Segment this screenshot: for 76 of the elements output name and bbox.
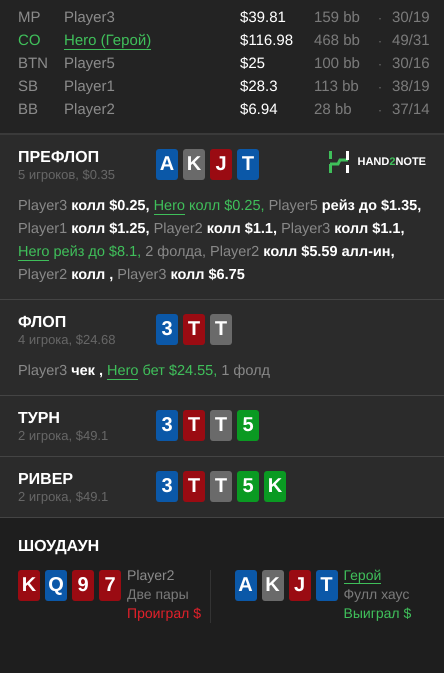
player-name: Player2 [127,567,174,583]
position-label: CO [18,32,42,49]
stack-amount: $6.94 [240,101,279,118]
player-name[interactable]: Hero (Герой) [64,32,152,50]
playing-card: 3 [156,410,178,441]
playing-card: T [210,471,232,502]
playing-card: K [18,570,40,601]
playing-card: 9 [72,570,94,601]
big-blinds: 468 bb [314,32,361,49]
playing-card: K [183,149,205,180]
street-info: 2 игрока, $49.1 [18,428,110,444]
hand-combo: Две пары [127,585,190,604]
separator-dot: · [378,10,383,24]
player-name: Player1 [64,78,115,95]
player-stats: 49/31 [392,32,431,49]
playing-card: A [234,570,256,601]
hand-combo: Фулл хаус [344,585,410,604]
big-blinds: 28 bb [314,101,353,118]
hero-link[interactable]: Hero [18,244,50,261]
separator-dot: · [378,56,383,70]
playing-card: J [288,570,310,601]
player-stats: 30/16 [392,55,431,72]
action-log: Player3 чек , Hero бет $24.55, 1 фолд [18,362,272,382]
player-name: Player2 [64,101,115,118]
stack-amount: $116.98 [240,32,294,49]
playing-card: T [210,410,232,441]
stack-amount: $28.3 [240,78,279,95]
playing-card: T [237,149,259,180]
playing-card: T [316,570,338,601]
showdown-title: ШОУДАУН [18,538,100,556]
street-info: 2 игрока, $49.1 [18,489,110,505]
street-title: ТУРН [18,410,61,428]
hero-link[interactable]: Hero [107,363,138,380]
playing-card: T [183,314,205,345]
separator-dot: · [378,102,383,116]
playing-card: 5 [237,471,259,502]
street-title: ПРЕФЛОП [18,149,100,167]
playing-card: K [264,471,286,502]
playing-card: T [210,314,232,345]
big-blinds: 113 bb [314,78,360,95]
stack-amount: $25 [240,55,266,72]
playing-card: Q [45,570,67,601]
playing-card: J [210,149,232,180]
logo-text: HAND2NOTE [358,156,426,168]
playing-card: A [156,149,178,180]
player-stats: 30/19 [392,9,431,26]
playing-card: 3 [156,314,178,345]
player-stats: 37/14 [392,101,431,118]
stack-amount: $39.81 [240,9,287,26]
logo-icon [328,151,350,173]
position-label: SB [18,78,40,95]
position-label: BTN [18,55,49,72]
hero-link[interactable]: Hero [154,198,185,215]
playing-card: T [183,471,205,502]
street-title: ФЛОП [18,314,68,332]
playing-card: 7 [99,570,121,601]
action-log: Player3 колл $0.25, Hero колл $0.25, Player5 рейз до $1.35, Player1 колл $1.25, Player2 колл $1.1, Player3 колл $1.1, Hero рейз до $8.1, 2 фолда, Player2 колл $5.59 алл-ин, Player2 колл , Player3 колл $6.75 [18,197,422,285]
result-label: Выиграл $ [344,604,412,623]
street-title: РИВЕР [18,471,74,489]
playing-card: T [183,410,205,441]
player-name: Player3 [64,9,115,26]
playing-card: 5 [237,410,259,441]
playing-card: 3 [156,471,178,502]
player-name[interactable]: Герой [344,567,382,584]
big-blinds: 159 bb [314,9,361,26]
position-label: MP [18,9,42,26]
player-stats: 38/19 [392,78,431,95]
street-info: 5 игроков, $0.35 [18,167,116,183]
big-blinds: 100 bb [314,55,361,72]
street-info: 4 игрока, $24.68 [18,332,116,348]
result-label: Проиграл $ [127,604,201,623]
separator-dot: · [378,80,383,94]
player-name: Player5 [64,55,115,72]
separator-dot: · [378,34,383,48]
playing-card: K [262,570,284,601]
position-label: BB [18,101,40,118]
